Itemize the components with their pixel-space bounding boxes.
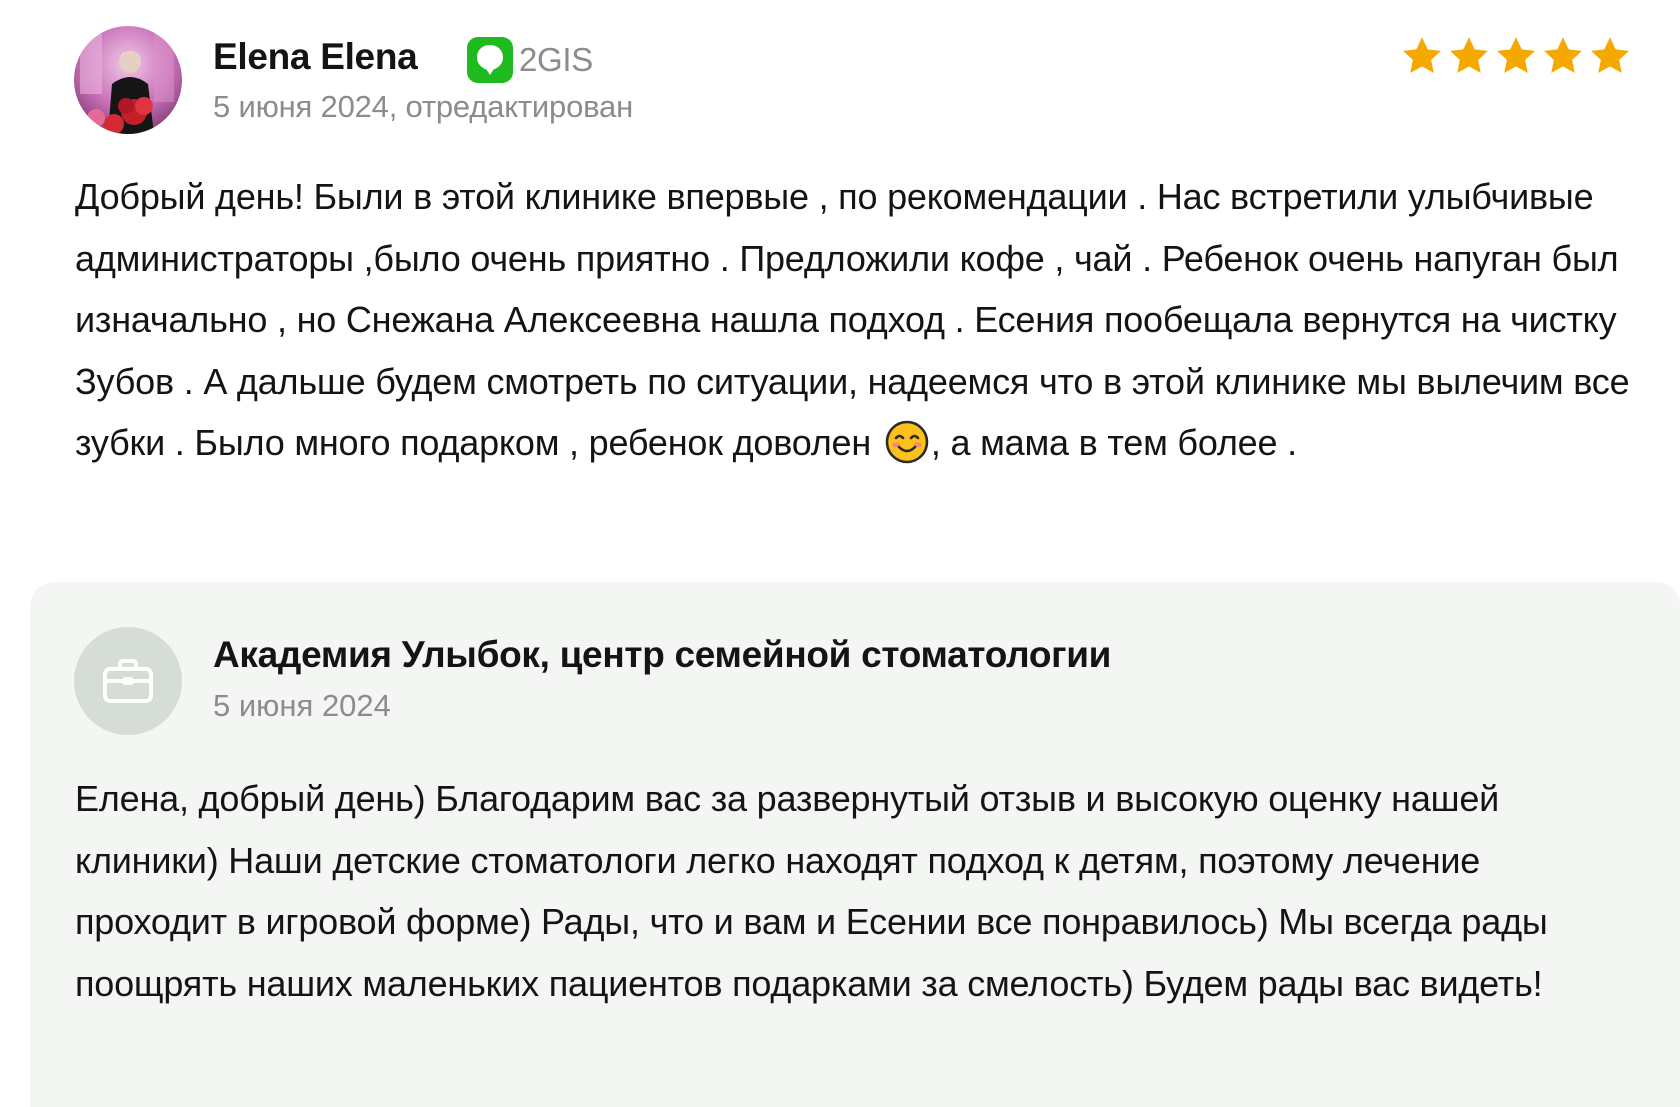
company-avatar[interactable] — [74, 627, 182, 735]
smiling-face-emoji-icon — [885, 420, 929, 464]
star-icon — [1497, 37, 1535, 73]
response-text: Елена, добрый день) Благодарим вас за ра… — [75, 778, 1548, 1004]
review-text: Добрый день! Были в этой клинике впервые… — [75, 166, 1635, 474]
source-label: 2GIS — [519, 41, 594, 78]
review-text-main: Добрый день! Были в этой клинике впервые… — [75, 176, 1630, 463]
star-rating — [1400, 34, 1632, 78]
star-icon — [1450, 37, 1488, 73]
review-card: Elena Elena 2GIS 5 июня 2024, отредактир… — [0, 0, 1680, 580]
company-response: Академия Улыбок, центр семейной стоматол… — [30, 582, 1680, 1107]
author-avatar[interactable] — [74, 26, 182, 134]
response-date: 5 июня 2024 — [213, 688, 391, 723]
review-text-end: , а мама в тем более . — [930, 422, 1297, 463]
author-name[interactable]: Elena Elena — [213, 36, 418, 78]
2gis-logo-icon — [467, 37, 513, 83]
star-icon — [1403, 37, 1441, 73]
star-icon — [1591, 37, 1629, 73]
user-photo-avatar-icon — [74, 26, 182, 134]
briefcase-icon — [103, 659, 153, 703]
star-icon — [1544, 37, 1582, 73]
review-source: 2GIS — [467, 36, 593, 84]
review-date: 5 июня 2024, отредактирован — [213, 89, 634, 124]
company-name[interactable]: Академия Улыбок, центр семейной стоматол… — [213, 634, 1111, 676]
